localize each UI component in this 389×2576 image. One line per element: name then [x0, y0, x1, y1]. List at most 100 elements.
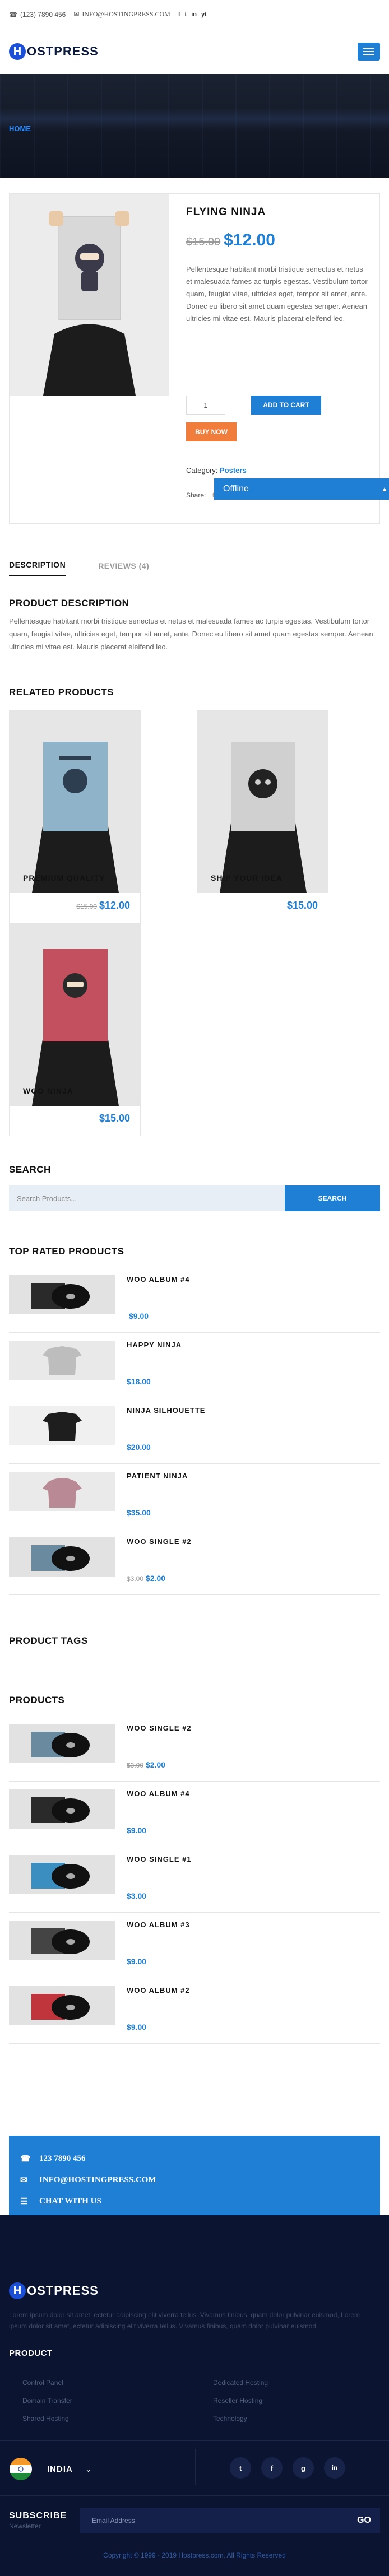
footer-link[interactable]: Shared Hosting — [22, 2415, 213, 2422]
list-item[interactable]: WOO SINGLE #1 $3.00 — [9, 1847, 380, 1913]
mail-icon: ✉ — [73, 10, 80, 18]
google-plus-icon[interactable]: g — [293, 2457, 314, 2479]
search-form: Search Products... SEARCH — [9, 1185, 380, 1211]
add-to-cart-button[interactable]: ADD TO CART — [251, 396, 321, 415]
price: $9.00 — [127, 1957, 147, 1966]
tab-reviews[interactable]: REVIEWS (4) — [98, 561, 149, 576]
search-heading: SEARCH — [9, 1164, 51, 1175]
item-title[interactable]: WOO SINGLE #1 — [127, 1855, 192, 1863]
contact-chat[interactable]: ☰ CHAT WITH US — [20, 2191, 369, 2212]
list-item[interactable]: WOO ALBUM #2 $9.00 — [9, 1978, 380, 2044]
search-input[interactable]: Search Products... — [9, 1185, 285, 1211]
facebook-icon[interactable]: f — [178, 11, 180, 18]
item-title[interactable]: WOO ALBUM #4 — [127, 1789, 190, 1798]
list-item[interactable]: PATIENT NINJA $35.00 — [9, 1464, 380, 1529]
product-category: Category: Posters — [186, 466, 321, 475]
related-product-card[interactable]: WOO NINJA $15.00 — [9, 923, 141, 1136]
list-item[interactable]: HAPPY NINJA $18.00 — [9, 1333, 380, 1398]
top-rated-heading: TOP RATED PRODUCTS — [9, 1246, 124, 1257]
search-button[interactable]: SEARCH — [285, 1185, 380, 1211]
product-title[interactable]: WOO NINJA — [23, 1086, 73, 1095]
price: $18.00 — [127, 1377, 151, 1386]
related-product-card[interactable]: SHIP YOUR IDEA $15.00 — [197, 710, 328, 923]
email-input[interactable]: Email Address — [92, 2517, 135, 2524]
footer-about: Lorem ipsum dolor sit amet, ectetur adip… — [9, 2311, 360, 2330]
linkedin-icon[interactable]: in — [191, 11, 197, 18]
footer-link[interactable]: Reseller Hosting — [213, 2397, 336, 2405]
youtube-icon[interactable]: yt — [201, 11, 207, 18]
price: $9.00 — [129, 1312, 149, 1320]
product-title[interactable]: PREMIUM QUALITY — [23, 873, 105, 882]
site-footer: H OSTPRESS Lorem ipsum dolor sit amet, e… — [0, 2215, 389, 2576]
linkedin-icon[interactable]: in — [324, 2457, 345, 2479]
item-title[interactable]: WOO ALBUM #2 — [127, 1986, 190, 1994]
footer-link[interactable]: Dedicated Hosting — [213, 2379, 336, 2387]
item-title[interactable]: WOO ALBUM #3 — [127, 1921, 190, 1929]
list-item[interactable]: WOO ALBUM #3 $9.00 — [9, 1913, 380, 1978]
quantity-input[interactable]: 1 — [186, 396, 225, 415]
facebook-icon[interactable]: f — [261, 2457, 283, 2479]
twitter-icon[interactable]: t — [185, 11, 187, 18]
tags-heading: PRODUCT TAGS — [9, 1635, 88, 1646]
contact-phone[interactable]: ☎ 123 7890 456 — [20, 2148, 369, 2169]
album-thumbnail — [9, 1921, 115, 1960]
site-logo[interactable]: H OSTPRESS — [9, 43, 99, 60]
price: $12.00 — [99, 900, 130, 911]
hamburger-icon — [363, 48, 374, 49]
phone-contact[interactable]: ☎ (123) 7890 456 — [9, 11, 66, 18]
price: $9.00 — [127, 1826, 147, 1835]
album-thumbnail — [9, 1789, 115, 1829]
product-title: FLYING NINJA — [186, 206, 266, 218]
description-heading: PRODUCT DESCRIPTION — [9, 598, 129, 608]
list-item[interactable]: WOO SINGLE #2 $3.00 $2.00 — [9, 1529, 380, 1595]
menu-toggle-button[interactable] — [358, 43, 380, 61]
contact-email[interactable]: ✉ INFO@HOSTINGPRESS.COM — [20, 2169, 369, 2191]
twitter-icon[interactable]: t — [230, 2457, 251, 2479]
logo-mark: H — [9, 43, 26, 60]
top-rated-list: WOO ALBUM #4 $9.00 HAPPY NINJA $18.00 NINJ… — [9, 1267, 380, 1595]
footer-link[interactable]: Control Panel — [22, 2379, 213, 2387]
related-product-card[interactable]: PREMIUM QUALITY $15.00 $12.00 — [9, 710, 141, 923]
product-price: $15.00 $12.00 — [186, 231, 379, 250]
item-title[interactable]: WOO ALBUM #4 — [127, 1275, 190, 1284]
album-thumbnail — [9, 1537, 115, 1577]
category-link[interactable]: Posters — [220, 466, 247, 475]
product-title[interactable]: SHIP YOUR IDEA — [211, 873, 283, 882]
product-image[interactable] — [10, 194, 169, 396]
copyright: Copyright © 1999 - 2019 Hostpress.com. A… — [103, 2551, 286, 2559]
old-price: $3.00 — [127, 1761, 144, 1769]
page-hero: HOME — [0, 74, 389, 178]
item-title[interactable]: HAPPY NINJA — [127, 1341, 182, 1349]
item-title[interactable]: NINJA SILHOUETTE — [127, 1406, 205, 1415]
list-item[interactable]: WOO SINGLE #2 $3.00 $2.00 — [9, 1716, 380, 1782]
phone-icon: ☎ — [20, 2154, 31, 2164]
email-contact[interactable]: ✉ INFO@HOSTINGPRESS.COM — [73, 10, 170, 18]
go-button[interactable]: GO — [357, 2515, 371, 2526]
woo-ninja-poster — [10, 924, 140, 1106]
item-title[interactable]: WOO SINGLE #2 — [127, 1537, 192, 1546]
phone-icon: ☎ — [9, 10, 17, 18]
products-list: WOO SINGLE #2 $3.00 $2.00 WOO ALBUM #4 $9.0… — [9, 1716, 380, 2044]
footer-product-heading: PRODUCT — [9, 2349, 53, 2358]
buy-now-button[interactable]: BUY NOW — [186, 422, 237, 441]
list-item[interactable]: NINJA SILHOUETTE $20.00 — [9, 1398, 380, 1464]
country-selector[interactable]: INDIA ⌄ — [9, 2457, 92, 2481]
related-grid: PREMIUM QUALITY $15.00 $12.00 SHIP YOUR … — [9, 710, 380, 1136]
list-item[interactable]: WOO ALBUM #4 $9.00 — [9, 1267, 380, 1333]
price: $15.00 — [99, 1113, 130, 1124]
footer-link[interactable]: Domain Transfer — [22, 2397, 213, 2405]
share-label: Share: — [186, 491, 206, 499]
list-item[interactable]: WOO ALBUM #4 $9.00 — [9, 1782, 380, 1847]
price: $2.00 — [146, 1760, 166, 1769]
footer-link[interactable]: Technology — [213, 2415, 336, 2422]
item-title[interactable]: WOO SINGLE #2 — [127, 1724, 192, 1732]
tab-description[interactable]: DESCRIPTION — [9, 560, 66, 576]
chat-widget[interactable]: Offline ▲ — [214, 478, 389, 500]
price: $20.00 — [127, 1443, 151, 1452]
logo-text: OSTPRESS — [27, 2284, 99, 2298]
item-title[interactable]: PATIENT NINJA — [127, 1472, 188, 1480]
subscribe-title: SUBSCRIBE — [9, 2511, 67, 2521]
breadcrumb-home[interactable]: HOME — [9, 124, 31, 133]
footer-logo[interactable]: H OSTPRESS — [9, 2282, 99, 2299]
contact-phone-text: 123 7890 456 — [39, 2154, 86, 2163]
